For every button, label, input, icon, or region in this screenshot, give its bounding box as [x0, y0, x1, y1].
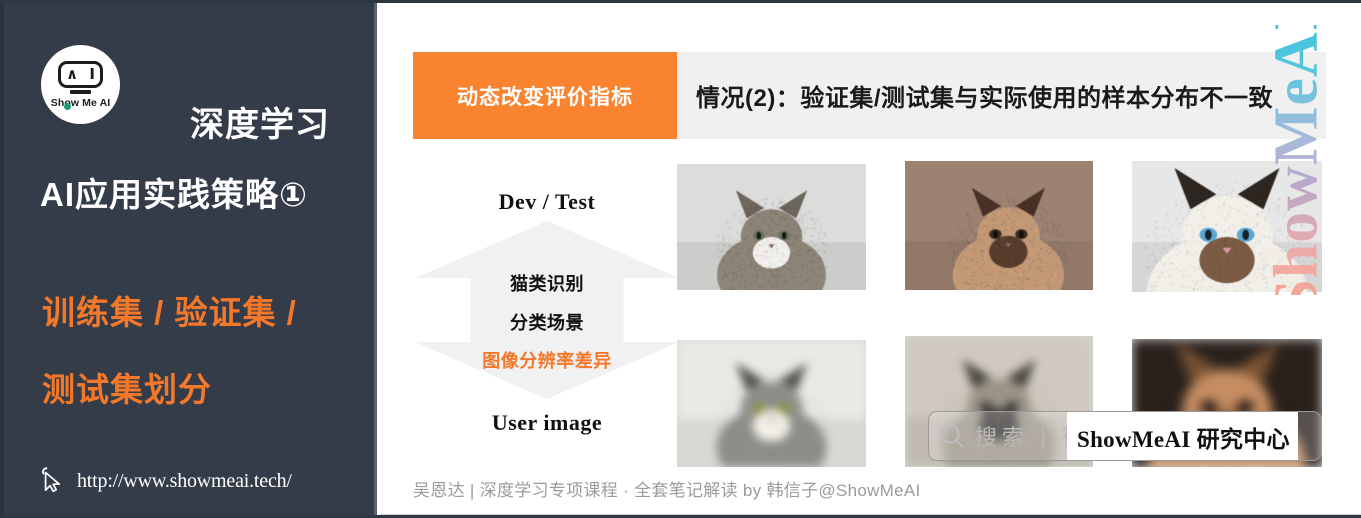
- diagram-line-2: 分类场景: [510, 313, 584, 333]
- sidebar-url-row[interactable]: http://www.showmeai.tech/: [40, 465, 292, 498]
- mouse-pointer-icon: [40, 465, 66, 498]
- metric-chip-label: 动态改变评价指标: [457, 85, 633, 109]
- sidebar: ∧ I Show Me AI 深度学习 AI应用实践策略① 训练集 / 验证集 …: [0, 3, 377, 515]
- dev-test-cat-image-1: [677, 164, 866, 290]
- content-panel: 动态改变评价指标 情况(2)：验证集/测试集与实际使用的样本分布不一致 Dev …: [380, 3, 1361, 515]
- user-image-label: User image: [491, 410, 603, 435]
- footer-caption: 吴恩达 | 深度学习专项课程 · 全套笔记解读 by 韩信子@ShowMeAI: [413, 481, 921, 500]
- sidebar-title-line1: 深度学习: [190, 106, 330, 144]
- header-title: 情况(2)：验证集/测试集与实际使用的样本分布不一致: [696, 85, 1273, 112]
- sidebar-url-text: http://www.showmeai.tech/: [77, 470, 292, 492]
- dev-test-label: Dev / Test: [498, 189, 596, 214]
- showmeai-robot-logo-icon: ∧ I Show Me AI: [41, 45, 120, 124]
- robot-neck-shape: [70, 90, 91, 94]
- diagram-line-3-highlight: 图像分辨率差异: [482, 351, 612, 371]
- comparison-arrow-group: Dev / Test 猫类识别 分类场景 图像分辨率差异 User image: [413, 163, 681, 453]
- footer-divider: [380, 514, 1361, 515]
- brand-watermark-text: ShowMeAI 研究中心: [1067, 412, 1298, 460]
- logo-accent-dot: [63, 102, 71, 110]
- robot-face-glyph: ∧ I: [66, 65, 98, 83]
- dev-test-cat-image-2: [905, 161, 1093, 290]
- search-watermark-bar: 搜索 | 微信 ShowMeAI 研究中心: [928, 411, 1322, 461]
- user-cat-image-1: [677, 340, 866, 467]
- magnifier-icon: [929, 421, 975, 451]
- logo-wordmark: Show Me AI: [50, 97, 111, 109]
- slide-root: ∧ I Show Me AI 深度学习 AI应用实践策略① 训练集 / 验证集 …: [0, 0, 1361, 518]
- metric-chip[interactable]: 动态改变评价指标: [413, 52, 677, 139]
- diagram-line-1: 猫类识别: [510, 274, 584, 294]
- dev-test-cat-image-3: [1132, 161, 1322, 292]
- sidebar-subtitle-line1: 训练集 / 验证集 /: [42, 294, 297, 331]
- sidebar-title-line2: AI应用实践策略①: [40, 176, 308, 213]
- sidebar-subtitle-line2: 测试集划分: [42, 371, 212, 408]
